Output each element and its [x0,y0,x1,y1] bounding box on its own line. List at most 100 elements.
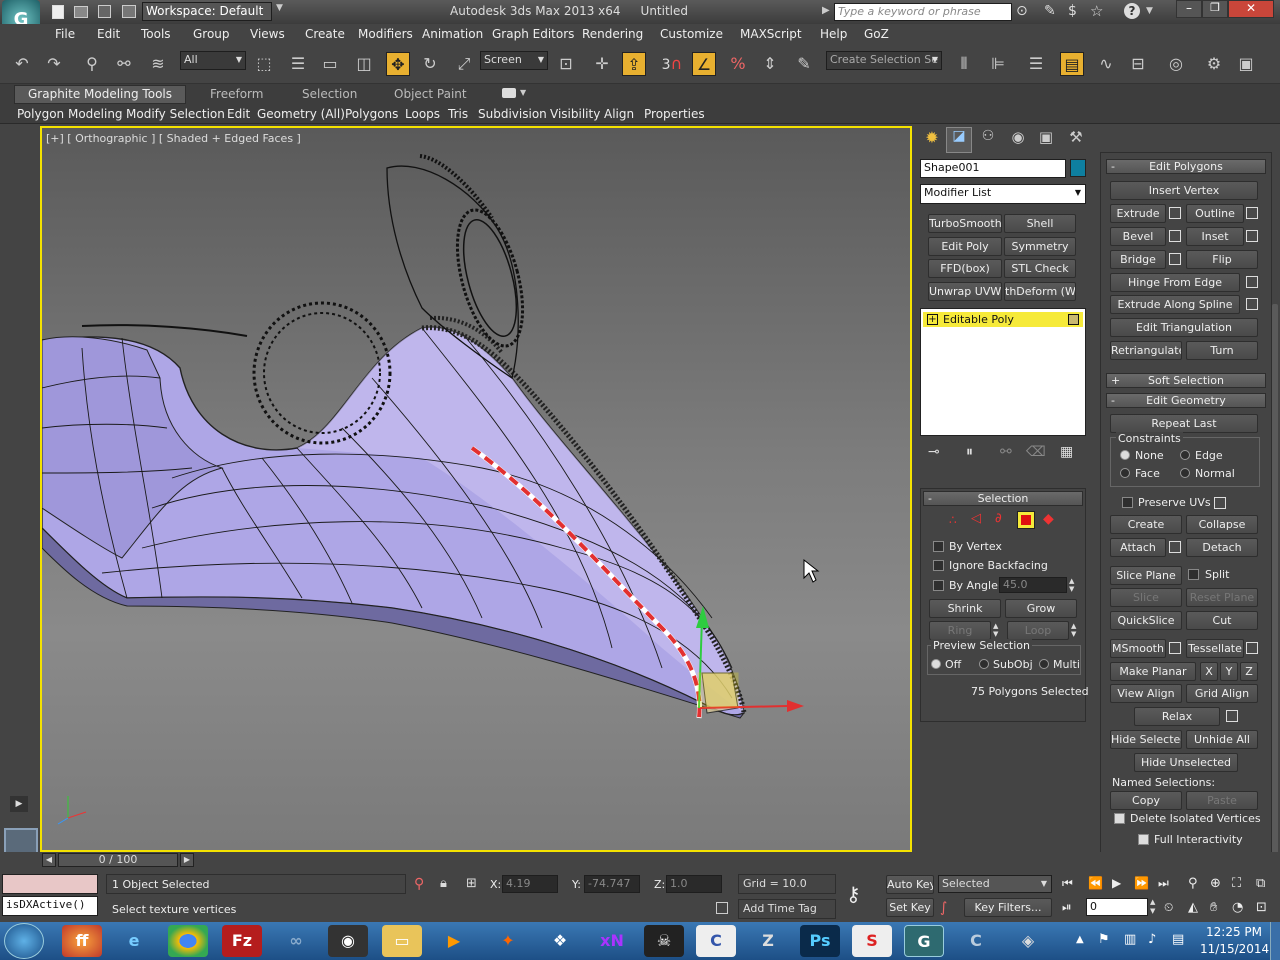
pan-icon[interactable]: ✋︎ [1210,900,1217,915]
help-icon[interactable]: ? [1124,3,1140,19]
named-selection-set-dropdown[interactable]: Create Selection Se ▼ [826,51,942,70]
snaps-toggle-icon[interactable]: 3∩ [660,52,684,76]
unlink-icon[interactable]: ⚯ [112,52,136,76]
time-slider-left-icon[interactable]: ◀ [42,853,56,867]
copy-button[interactable]: Copy [1110,791,1182,810]
quickslice-button[interactable]: QuickSlice [1110,611,1182,630]
keyboard-shortcut-override-icon[interactable]: ⇪ [622,52,646,76]
delete-isolated-checkbox[interactable] [1114,813,1125,824]
extrude-settings-icon[interactable] [1169,207,1181,219]
configure-sets-icon[interactable]: ▦ [1060,444,1073,460]
object-color-swatch[interactable] [1070,159,1086,177]
tab-object-paint[interactable]: Object Paint [394,87,467,101]
pin-stack-icon[interactable]: ⊸ [928,444,940,460]
menu-file[interactable]: File [55,27,75,41]
extrude-spline-settings-icon[interactable] [1246,298,1258,310]
extrude-button[interactable]: Extrude [1110,204,1166,223]
hide-selected-button[interactable]: Hide Selected [1110,730,1182,749]
viewport-expand-icon[interactable]: ▶ [10,796,28,812]
rect-selection-icon[interactable]: ▭ [318,52,342,76]
redo-icon[interactable]: ↷ [42,52,66,76]
panel-subdivision[interactable]: Subdivision [478,107,547,121]
preview-multi-radio[interactable] [1039,659,1049,669]
hierarchy-tab-icon[interactable]: ⚇ [976,128,1000,152]
angle-spinner[interactable]: 45.0 [999,577,1067,593]
tab-graphite-modeling-tools[interactable]: Graphite Modeling Tools [14,85,186,104]
time-config-icon[interactable]: ⏲ [1164,900,1173,915]
ribbon-minimize-icon[interactable] [502,88,516,98]
menu-customize[interactable]: Customize [660,27,723,41]
dropbox-icon[interactable]: ❖ [540,925,580,957]
window-crossing-icon[interactable]: ◫ [352,52,376,76]
loop-button[interactable]: Loop [1007,621,1069,640]
tessellate-settings-icon[interactable] [1246,642,1258,654]
polygon-mode-icon[interactable] [1017,511,1035,529]
graphite-toggle-icon[interactable]: ▤ [1060,52,1084,76]
chrome-icon[interactable] [168,925,208,957]
tab-freeform[interactable]: Freeform [210,87,263,101]
binoculars-icon[interactable]: ⊙ [1016,3,1028,19]
new-file-icon[interactable] [52,5,64,19]
symmetry-button[interactable]: Symmetry [1004,237,1076,256]
extrude-along-spline-button[interactable]: Extrude Along Spline [1110,295,1240,314]
selection-filter-dropdown[interactable]: All ▼ [180,51,246,70]
zoom-all-icon[interactable]: ⊕ [1210,876,1221,891]
explorer-folder-icon[interactable]: ▭ [382,925,422,957]
undo-icon[interactable]: ↶ [10,52,34,76]
search-input[interactable]: Type a keyword or phrase [834,3,1012,21]
full-interactivity-checkbox[interactable] [1138,834,1149,845]
modifier-list-dropdown[interactable]: Modifier List ▼ [920,184,1086,204]
slice-button[interactable]: Slice [1110,588,1182,607]
reset-plane-button[interactable]: Reset Plane [1186,588,1258,607]
selection-rollout-header[interactable]: - Selection [923,491,1083,506]
paste-button[interactable]: Paste [1186,791,1258,810]
by-angle-checkbox[interactable] [933,580,944,591]
utilities-tab-icon[interactable]: ⚒ [1064,128,1088,152]
project-folder-icon[interactable] [122,5,136,18]
menu-maxscript[interactable]: MAXScript [740,27,802,41]
app-sixteen-icon[interactable]: S [852,925,892,957]
tab-selection[interactable]: Selection [302,87,357,101]
unwrap-uvw-button[interactable]: Unwrap UVW [928,282,1002,301]
constraint-edge-radio[interactable] [1180,450,1190,460]
split-checkbox[interactable] [1188,569,1199,580]
app-twelve-icon[interactable]: ☠ [644,925,684,957]
ignore-backfacing-checkbox[interactable] [933,560,944,571]
attach-button[interactable]: Attach [1110,538,1166,557]
stack-item-editable-poly[interactable]: + Editable Poly [923,312,1083,327]
angle-snap-icon[interactable]: ∠ [692,52,716,76]
grid-align-button[interactable]: Grid Align [1186,684,1258,703]
select-object-icon[interactable]: ⬚ [252,52,276,76]
msmooth-settings-icon[interactable] [1169,642,1181,654]
orbit-icon[interactable]: ◔ [1232,900,1243,915]
shrink-button[interactable]: Shrink [929,599,1001,618]
panel-polygons[interactable]: Polygons [345,107,398,121]
frame-spinner-icon[interactable]: ▲ ▼ [1150,898,1160,916]
help-dropdown-icon[interactable]: ▼ [1146,6,1153,16]
menu-create[interactable]: Create [305,27,345,41]
inset-settings-icon[interactable] [1246,230,1258,242]
z-coordinate-field[interactable]: 1.0 [666,875,722,893]
bind-spacewarp-icon[interactable]: ≋ [146,52,170,76]
collapse-button[interactable]: Collapse [1186,515,1258,534]
auto-key-button[interactable]: Auto Key [886,875,934,894]
constraint-normal-radio[interactable] [1180,468,1190,478]
attach-settings-icon[interactable] [1169,541,1181,553]
isolate-selection-icon[interactable]: ⚲ [414,876,424,892]
time-slider[interactable]: 0 / 100 [58,853,178,867]
close-icon[interactable]: ✕ [1228,0,1274,18]
turn-button[interactable]: Turn [1186,341,1258,360]
app-eleven-icon[interactable]: xN [592,925,632,957]
planar-x-button[interactable]: X [1200,662,1218,681]
tray-network-icon[interactable]: ▥ [1124,932,1136,947]
panel-tris[interactable]: Tris [448,107,468,121]
favorites-star-icon[interactable]: ☆ [1090,2,1103,20]
outline-settings-icon[interactable] [1246,207,1258,219]
internet-explorer-icon[interactable]: e [114,925,154,957]
panel-edit[interactable]: Edit [227,107,250,121]
make-planar-button[interactable]: Make Planar [1110,662,1196,681]
tessellate-button[interactable]: Tessellate [1186,639,1244,658]
motion-tab-icon[interactable]: ◉ [1006,128,1030,152]
photoshop-icon[interactable]: Ps [800,925,840,957]
insert-vertex-button[interactable]: Insert Vertex [1110,181,1258,200]
